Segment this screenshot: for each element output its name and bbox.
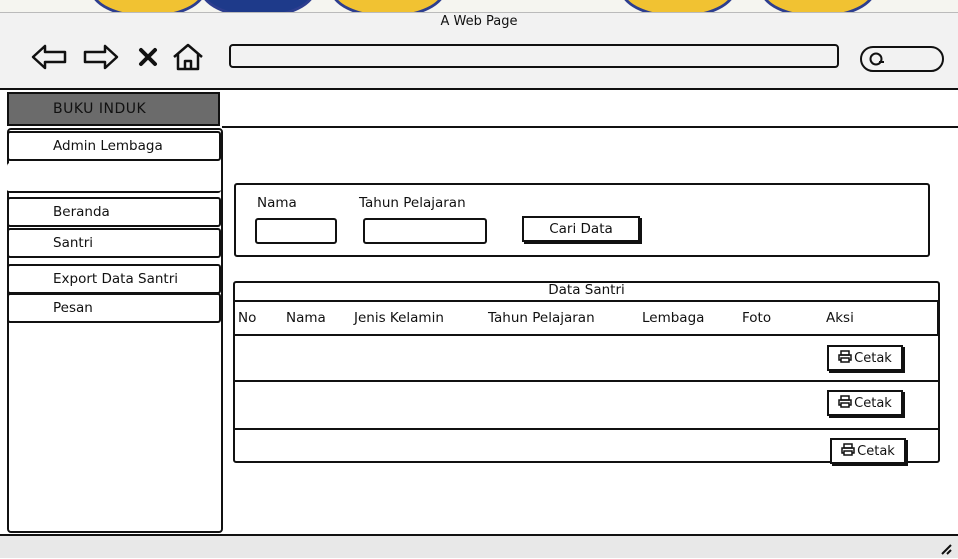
sidebar-item-admin-lembaga[interactable]: Admin Lembaga [7,131,221,161]
column-header-jenis-kelamin: Jenis Kelamin [354,310,444,326]
table-row: Cetak [233,430,940,464]
table-divider [233,300,940,302]
column-header-lembaga: Lembaga [642,310,705,326]
sidebar-item-blank [7,163,221,193]
column-header-tahun-pelajaran: Tahun Pelajaran [488,310,595,326]
header-divider [222,126,958,128]
nama-label: Nama [257,195,297,211]
cetak-button[interactable]: Cetak [830,438,906,464]
sidebar-item-label: Santri [53,235,93,251]
cetak-label: Cetak [854,395,892,411]
resize-grip-icon[interactable] [936,539,952,559]
logo-emblem [620,0,736,12]
back-arrow-icon[interactable] [30,40,70,74]
table-row: Cetak [233,382,940,426]
home-icon[interactable] [168,40,208,74]
column-header-aksi: Aksi [826,310,854,326]
table-divider [937,300,939,336]
printer-icon [838,349,852,367]
table-row: Cetak [233,336,940,380]
sidebar-item-label: Admin Lembaga [53,138,163,154]
app-brand: BUKU INDUK [7,92,220,126]
logo-emblem [760,0,876,12]
cetak-button[interactable]: Cetak [827,345,903,371]
sidebar-item-label: Beranda [53,204,110,220]
sidebar-item-export-data-santri[interactable]: Export Data Santri [7,264,221,294]
sidebar-item-label: Pesan [53,300,93,316]
address-bar[interactable] [229,44,839,68]
cari-data-button[interactable]: Cari Data [522,216,640,242]
cetak-button[interactable]: Cetak [827,390,903,416]
search-button[interactable] [860,46,944,72]
sidebar-item-pesan[interactable]: Pesan [7,293,221,323]
logo-emblem [200,0,316,12]
header-banner [0,0,958,12]
sidebar-item-label: Export Data Santri [53,271,179,287]
column-header-nama: Nama [286,310,326,326]
status-bar [0,534,958,558]
printer-icon [841,442,855,460]
tahun-pelajaran-label: Tahun Pelajaran [359,195,466,211]
logo-emblem [330,0,446,12]
forward-arrow-icon[interactable] [80,40,120,74]
window-title: A Web Page [440,14,518,29]
tahun-pelajaran-input[interactable] [363,218,487,244]
cetak-label: Cetak [854,350,892,366]
table-title: Data Santri [548,282,625,298]
nama-input[interactable] [255,218,337,244]
cetak-label: Cetak [857,443,895,459]
close-x-icon[interactable] [134,40,162,74]
logo-emblem [90,0,206,12]
search-icon [868,51,886,71]
sidebar-item-santri[interactable]: Santri [7,228,221,258]
column-header-foto: Foto [742,310,772,326]
column-header-no: No [238,310,257,326]
printer-icon [838,394,852,412]
sidebar-item-beranda[interactable]: Beranda [7,197,221,227]
